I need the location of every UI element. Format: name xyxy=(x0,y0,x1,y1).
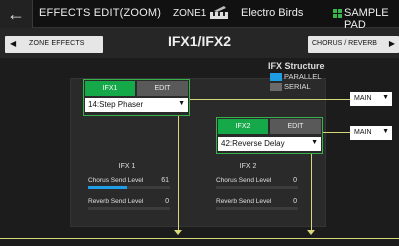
ifx2-output-select[interactable]: MAIN ▼ xyxy=(350,126,392,140)
ifx1-output-select[interactable]: MAIN ▼ xyxy=(350,92,392,106)
ifx1-section-title: IFX 1 xyxy=(118,163,136,170)
ifx1-chorus-send-slider[interactable] xyxy=(88,186,170,189)
ifx1-reverb-send-label: Reverb Send Level xyxy=(88,198,144,205)
serial-label[interactable]: SERIAL xyxy=(284,82,311,91)
chevron-down-icon: ▼ xyxy=(382,94,389,101)
ifx2-chorus-send-slider[interactable] xyxy=(216,186,298,189)
tone-name: Electro Birds xyxy=(241,7,304,19)
ifx2-reverb-send-slider[interactable] xyxy=(216,207,298,210)
next-page-button[interactable]: CHORUS / REVERB ▶ xyxy=(308,36,399,53)
ifx1-type-select[interactable]: 14:Step Phaser ▼ xyxy=(85,98,188,112)
zone-label: ZONE1 xyxy=(173,8,207,19)
ifx2-reverb-send-value[interactable]: 0 xyxy=(285,198,297,205)
parallel-label[interactable]: PARALLEL xyxy=(284,72,321,81)
chevron-down-icon: ▼ xyxy=(311,139,318,146)
ifx2-chorus-send-value[interactable]: 0 xyxy=(285,177,297,184)
keyboard-icon xyxy=(210,6,228,19)
ifx1-switch[interactable]: IFX1 xyxy=(85,81,135,96)
ifx1-edit-button[interactable]: EDIT xyxy=(137,81,188,96)
back-button[interactable]: ← xyxy=(0,0,33,28)
ifx2-arrow-icon xyxy=(307,230,315,235)
parallel-radio[interactable] xyxy=(270,73,282,81)
ifx1-arrow-icon xyxy=(174,230,182,235)
ifx1-chorus-send-fill xyxy=(88,186,128,189)
chevron-down-icon: ▼ xyxy=(178,100,185,107)
ifx1-signal-line xyxy=(178,116,179,233)
ifx2-section-title: IFX 2 xyxy=(239,163,257,170)
ifx1-reverb-send-value[interactable]: 0 xyxy=(157,198,169,205)
ifx2-edit-button[interactable]: EDIT xyxy=(270,119,321,134)
sample-pad-icon xyxy=(333,9,342,18)
ifx1-chorus-send-label: Chorus Send Level xyxy=(88,177,144,184)
ifx2-type-value: 42:Reverse Delay xyxy=(221,139,285,148)
chevron-down-icon: ▼ xyxy=(382,128,389,135)
next-page-label: CHORUS / REVERB xyxy=(312,40,377,47)
ifx1-reverb-send-slider[interactable] xyxy=(88,207,170,210)
ifx1-output-line xyxy=(190,99,350,100)
bottom-signal-line xyxy=(0,238,399,239)
ifx2-reverb-send-label: Reverb Send Level xyxy=(216,198,272,205)
ifx2-output-line xyxy=(323,132,350,133)
ifx1-output-value: MAIN xyxy=(354,95,372,102)
ifx2-signal-line xyxy=(311,154,312,233)
ifx-structure-title: IFX Structure xyxy=(268,61,325,71)
ifx2-chorus-send-label: Chorus Send Level xyxy=(216,177,272,184)
ifx2-switch[interactable]: IFX2 xyxy=(218,119,268,134)
back-arrow-icon: ← xyxy=(7,3,25,24)
right-triangle-icon: ▶ xyxy=(388,39,395,48)
ifx1-type-value: 14:Step Phaser xyxy=(88,100,144,109)
screen-title: EFFECTS EDIT(ZOOM) xyxy=(39,7,162,19)
ifx2-output-value: MAIN xyxy=(354,129,372,136)
serial-radio[interactable] xyxy=(270,83,282,91)
ifx2-type-select[interactable]: 42:Reverse Delay ▼ xyxy=(218,137,321,151)
ifx1-chorus-send-value[interactable]: 61 xyxy=(157,177,169,184)
